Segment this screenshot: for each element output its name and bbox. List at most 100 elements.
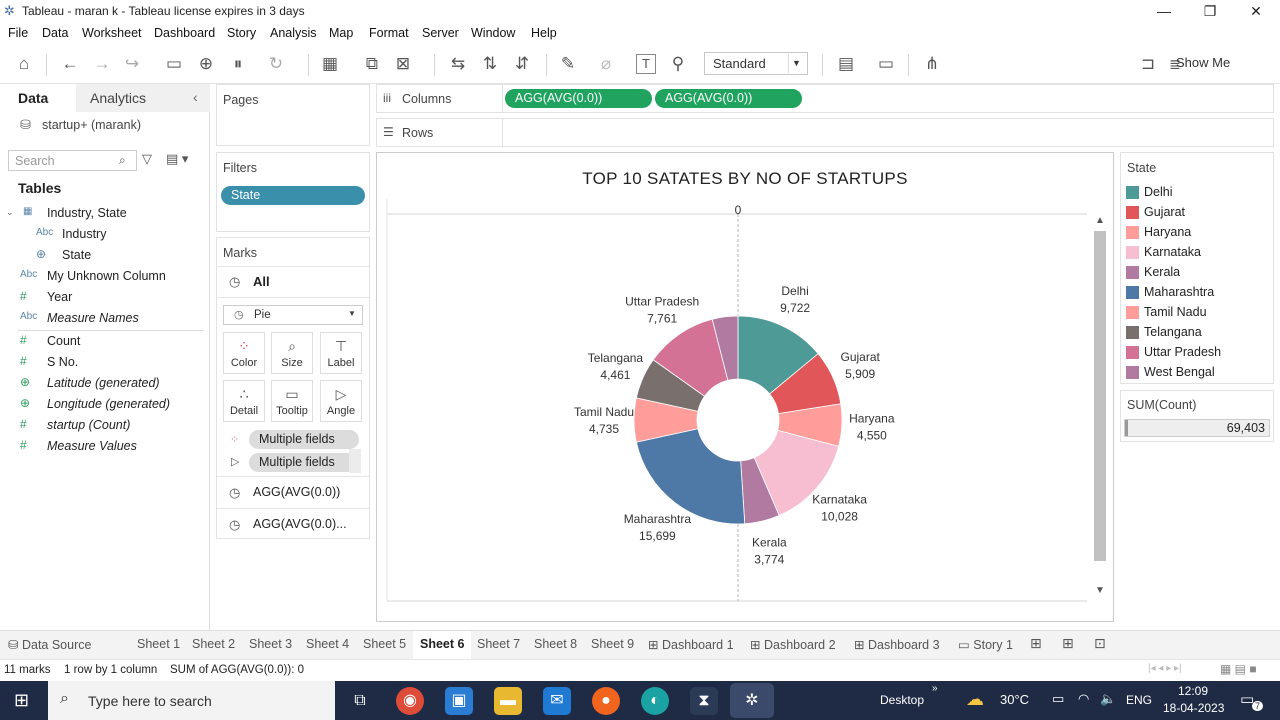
tab-sheet-4[interactable]: Sheet 4 [306, 637, 349, 651]
menu-server[interactable]: Server [422, 26, 459, 40]
filters-card[interactable]: Filters State [216, 152, 370, 232]
swap-icon[interactable]: ⇆ [446, 52, 470, 76]
desktop-label[interactable]: Desktop [880, 693, 924, 707]
color-button[interactable]: ⁘ Color [223, 332, 265, 374]
show-cards-icon[interactable]: ▤ [834, 52, 858, 76]
share-icon[interactable]: ⋔ [920, 52, 944, 76]
scroll-up-icon[interactable]: ▲ [1095, 215, 1105, 226]
new-story-icon[interactable]: ⊡ [1094, 635, 1106, 652]
windows-start-icon[interactable]: ⊞ [14, 690, 29, 711]
maximize-button[interactable]: ❐ [1187, 1, 1233, 21]
tableau-taskbar-icon[interactable]: ✲ [730, 683, 774, 718]
save-icon[interactable]: ▭ [162, 52, 186, 76]
marks-layer-2[interactable]: ◷ AGG(AVG(0.0)... [217, 508, 369, 538]
vscode-icon[interactable]: ⧗ [690, 687, 718, 715]
menu-analysis[interactable]: Analysis [270, 26, 317, 40]
field-industry-state[interactable]: ⌄ ▦ Industry, State [0, 203, 205, 224]
field-measure-names[interactable]: Abc Measure Names [0, 308, 205, 329]
columns-shelf[interactable]: iii Columns AGG(AVG(0.0)) AGG(AVG(0.0)) [376, 84, 1274, 113]
label-button[interactable]: ⊤ Label [320, 332, 362, 374]
tab-sheet-6[interactable]: Sheet 6 [420, 637, 464, 651]
field-measure-values[interactable]: # Measure Values [0, 436, 205, 457]
mail-icon[interactable]: ✉ [543, 687, 571, 715]
menu-format[interactable]: Format [369, 26, 409, 40]
new-worksheet-icon[interactable]: ⊞ [1030, 635, 1042, 652]
filter-icon[interactable]: ▽ [142, 151, 152, 167]
size-legend-card[interactable]: SUM(Count) 69,403 [1120, 390, 1274, 442]
angle-field-pill[interactable]: Multiple fields [249, 453, 359, 472]
refresh-icon[interactable]: ↻ [264, 52, 288, 76]
sort-descending-icon[interactable]: ⇵ [510, 52, 534, 76]
home-icon[interactable]: ⌂ [12, 52, 36, 76]
field-state[interactable]: ⊕ State [0, 245, 205, 266]
tab-sheet-1[interactable]: Sheet 1 [137, 637, 180, 651]
task-view-icon[interactable]: ⧉ [346, 687, 374, 715]
menu-worksheet[interactable]: Worksheet [82, 26, 142, 40]
field-longitude[interactable]: ⊕ Longitude (generated) [0, 394, 205, 415]
minimize-button[interactable]: — [1141, 1, 1187, 21]
duplicate-icon[interactable]: ⧉ [360, 52, 384, 76]
scrollbar[interactable] [349, 449, 361, 473]
tab-analytics[interactable]: Analytics [90, 90, 146, 106]
field-s-no[interactable]: # S No. [0, 352, 205, 373]
chevron-down-icon[interactable]: ⌄ [6, 207, 14, 218]
field-latitude[interactable]: ⊕ Latitude (generated) [0, 373, 205, 394]
edge-icon[interactable]: ◐ [641, 687, 669, 715]
group-icon[interactable]: ⌀ [594, 52, 618, 76]
menu-window[interactable]: Window [471, 26, 515, 40]
pin-icon[interactable]: ⚲ [666, 52, 690, 76]
collapse-pane-icon[interactable]: ‹ [193, 89, 198, 105]
new-datasource-icon[interactable]: ⊕ [194, 52, 218, 76]
field-startup-count[interactable]: # startup (Count) [0, 415, 205, 436]
menu-help[interactable]: Help [531, 26, 557, 40]
column-pill-1[interactable]: AGG(AVG(0.0)) [505, 89, 652, 108]
tab-sheet-5[interactable]: Sheet 5 [363, 637, 406, 651]
highlight-icon[interactable]: ✎ [556, 52, 580, 76]
file-explorer-icon[interactable]: ▬ [494, 687, 522, 715]
replay-icon[interactable]: ↪ [120, 52, 144, 76]
menu-file[interactable]: File [8, 26, 28, 40]
tab-data[interactable]: Data [18, 90, 48, 106]
menu-dashboard[interactable]: Dashboard [154, 26, 215, 40]
filter-pill-state[interactable]: State [221, 186, 365, 205]
chevron-up-icon[interactable]: » [932, 683, 938, 694]
mark-type-select[interactable]: ◷ Pie ▼ [223, 305, 363, 325]
pause-updates-icon[interactable]: ⏸ [226, 52, 250, 76]
view-scrollbar[interactable]: ▲ ▼ [1093, 215, 1107, 601]
field-my-unknown-column[interactable]: Abc My Unknown Column [0, 266, 205, 287]
tab-dashboard-3[interactable]: ⊞ Dashboard 3 [854, 637, 940, 652]
clear-sheet-icon[interactable]: ⊠ [391, 52, 415, 76]
sort-ascending-icon[interactable]: ⇅ [478, 52, 502, 76]
close-button[interactable]: ✕ [1233, 1, 1279, 21]
fit-select[interactable]: Standard ▼ [704, 52, 808, 75]
presentation-icon[interactable]: ▭ [874, 52, 898, 76]
worksheet-view[interactable]: TOP 10 SATATES BY NO OF STARTUPS 0 Delhi… [376, 152, 1114, 622]
marks-all-row[interactable]: ◷ All [217, 266, 369, 298]
tab-sheet-2[interactable]: Sheet 2 [192, 637, 235, 651]
tab-dashboard-2[interactable]: ⊞ Dashboard 2 [750, 637, 836, 652]
show-labels-icon[interactable]: T [636, 54, 656, 74]
view-options-icon[interactable]: ▤ ▾ [166, 151, 188, 167]
scroll-down-icon[interactable]: ▼ [1095, 585, 1105, 596]
scroll-thumb[interactable] [1094, 231, 1106, 561]
tooltip-button[interactable]: ▭ Tooltip [271, 380, 313, 422]
search-input[interactable]: Search ⌕ [8, 150, 137, 171]
firefox-icon[interactable]: ● [592, 687, 620, 715]
tab-sheet-9[interactable]: Sheet 9 [591, 637, 634, 651]
size-button[interactable]: ⌕ Size [271, 332, 313, 374]
store-icon[interactable]: ▣ [445, 687, 473, 715]
language-indicator[interactable]: ENG [1126, 693, 1152, 707]
new-worksheet-icon[interactable]: ▦ [318, 52, 342, 76]
view-mode-icons[interactable]: ▦ ▤ ■ [1220, 662, 1257, 676]
datasource-name[interactable]: startup+ (marank) [42, 118, 141, 132]
chrome-icon[interactable]: ◉ [396, 687, 424, 715]
angle-button[interactable]: ▷ Angle [320, 380, 362, 422]
tab-dashboard-1[interactable]: ⊞ Dashboard 1 [648, 637, 734, 652]
clock-date[interactable]: 18-04-2023 [1163, 701, 1224, 715]
color-field-pill[interactable]: Multiple fields [249, 430, 359, 449]
tab-sheet-7[interactable]: Sheet 7 [477, 637, 520, 651]
color-legend[interactable]: State Delhi Gujarat Haryana Karnataka Kerala… [1120, 152, 1274, 384]
menu-story[interactable]: Story [227, 26, 256, 40]
marks-layer-1[interactable]: ◷ AGG(AVG(0.0)) [217, 476, 369, 508]
rows-shelf[interactable]: ☰ Rows [376, 118, 1274, 147]
